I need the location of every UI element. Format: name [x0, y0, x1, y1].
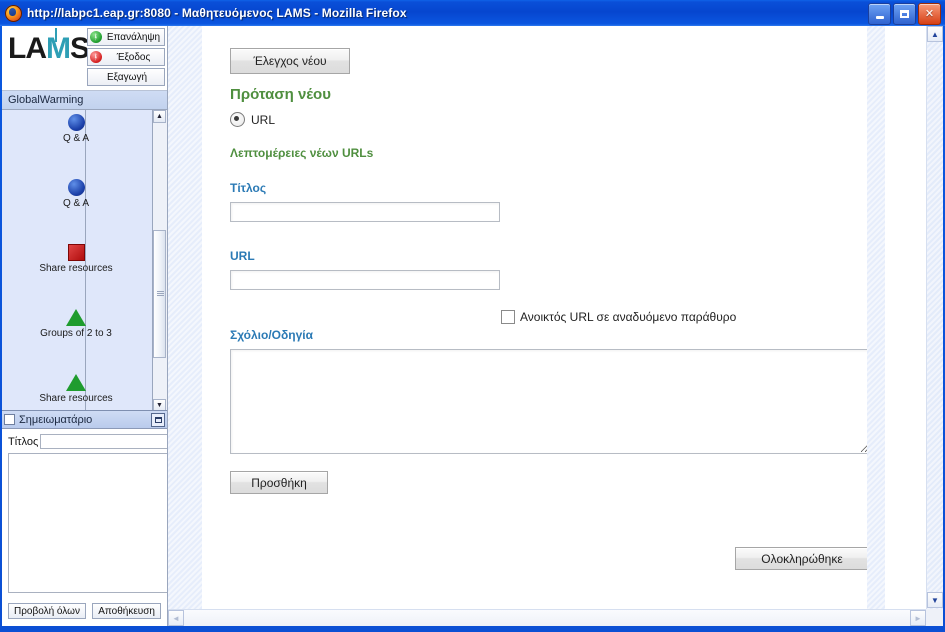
browser-client-area: LAMS Επανάληψη Έξοδος Εξαγωγή GlobalWarm…: [2, 26, 943, 626]
scroll-up-icon[interactable]: ▲: [927, 26, 943, 42]
window-controls: ✕: [868, 3, 941, 25]
activity-label: Groups of 2 to 3: [40, 328, 112, 339]
scrollbar-corner: [926, 609, 943, 626]
notebook-icon: [4, 414, 15, 425]
comment-textarea[interactable]: [230, 349, 867, 454]
radio-selected-icon[interactable]: [230, 112, 245, 127]
lams-logo: LAMS: [8, 28, 90, 65]
window-frame: http://labpc1.eap.gr:8080 - Μαθητευόμενο…: [0, 0, 945, 632]
url-radio-label: URL: [251, 112, 276, 127]
browser-window: http://labpc1.eap.gr:8080 - Μαθητευόμενο…: [0, 0, 945, 632]
activity-item-3[interactable]: Share resources: [2, 244, 150, 274]
url-radio-row[interactable]: URL: [230, 112, 275, 127]
firefox-icon: [5, 4, 22, 22]
sequence-title: GlobalWarming: [8, 94, 84, 106]
title-input[interactable]: [230, 202, 500, 222]
popup-checkbox-label: Ανοικτός URL σε αναδυόμενο παράθυρο: [520, 310, 737, 324]
lams-logo-accent: M: [46, 32, 71, 65]
lams-header: LAMS Επανάληψη Έξοδος Εξαγωγή: [2, 26, 167, 91]
checkbox-icon[interactable]: [501, 310, 515, 324]
activity-item-5[interactable]: Share resources: [2, 374, 150, 404]
activity-label: Share resources: [39, 263, 113, 274]
notebook-title-input[interactable]: [40, 434, 167, 449]
details-heading: Λεπτομέρειες νέων URLs: [230, 146, 374, 160]
refresh-icon: [90, 31, 102, 43]
scroll-up-icon[interactable]: ▲: [153, 110, 166, 123]
add-button[interactable]: Προσθήκη: [230, 471, 328, 494]
circle-icon: [67, 114, 85, 131]
scroll-left-icon[interactable]: ◄: [168, 610, 184, 626]
grip-icon: [157, 291, 164, 297]
activity-item-4[interactable]: Groups of 2 to 3: [2, 309, 150, 339]
notebook-title-row: Τίτλος: [2, 429, 167, 449]
url-input[interactable]: [230, 270, 500, 290]
notebook-body-textarea[interactable]: [8, 453, 167, 593]
replay-button[interactable]: Επανάληψη: [87, 28, 165, 46]
notebook-title: Σημειωματάριο: [19, 413, 93, 426]
notebook-title-label: Τίτλος: [8, 435, 39, 448]
window-title: http://labpc1.eap.gr:8080 - Μαθητευόμενο…: [27, 6, 407, 20]
title-bar: http://labpc1.eap.gr:8080 - Μαθητευόμενο…: [0, 0, 945, 26]
sequence-title-bar: GlobalWarming: [2, 91, 167, 110]
sequence-scroll-thumb[interactable]: [153, 230, 166, 358]
activity-sequence-inner: Q & A Q & A Share resources Groups of 2 …: [2, 110, 150, 412]
url-field-label: URL: [230, 249, 255, 263]
close-button[interactable]: ✕: [918, 3, 941, 25]
notebook-view-all-button[interactable]: Προβολή όλων: [8, 603, 86, 619]
replay-button-label: Επανάληψη: [106, 31, 161, 43]
square-icon: [67, 244, 85, 261]
maximize-icon: [154, 416, 162, 423]
lams-logo-lead: LA: [8, 32, 47, 65]
content-left-gutter: [168, 26, 202, 609]
sequence-scrollbar[interactable]: ▲ ▼: [152, 110, 167, 412]
triangle-icon: [66, 374, 86, 391]
notebook-maximize-button[interactable]: [151, 412, 165, 427]
lams-sidebar: LAMS Επανάληψη Έξοδος Εξαγωγή GlobalWarm…: [2, 26, 168, 626]
maximize-button[interactable]: [893, 3, 916, 25]
activity-label: Q & A: [62, 133, 90, 144]
notebook-buttons: Προβολή όλων Αποθήκευση: [2, 598, 167, 619]
proposal-heading: Πρόταση νέου: [230, 86, 331, 103]
activity-label: Q & A: [62, 198, 90, 209]
main-content: Έλεγχος νέου Πρόταση νέου URL Λεπτομέρει…: [202, 26, 867, 609]
popup-checkbox-row[interactable]: Ανοικτός URL σε αναδυόμενο παράθυρο: [501, 310, 736, 324]
exit-icon: [90, 51, 102, 63]
notebook-save-button[interactable]: Αποθήκευση: [92, 603, 161, 619]
inner-frame-scrollbar[interactable]: [867, 26, 885, 609]
export-button[interactable]: Εξαγωγή: [87, 68, 165, 86]
circle-icon: [67, 179, 85, 196]
lams-logo-tick: [55, 28, 57, 42]
comment-field-label: Σχόλιο/Οδηγία: [230, 328, 314, 342]
scroll-down-icon[interactable]: ▼: [927, 592, 943, 608]
scroll-right-icon[interactable]: ►: [910, 610, 926, 626]
page-horizontal-scrollbar[interactable]: ◄ ►: [168, 609, 926, 626]
triangle-icon: [66, 309, 86, 326]
title-field-label: Τίτλος: [230, 181, 267, 195]
export-button-label: Εξαγωγή: [106, 71, 148, 83]
exit-button[interactable]: Έξοδος: [87, 48, 165, 66]
lams-action-buttons: Επανάληψη Έξοδος Εξαγωγή: [87, 28, 165, 88]
activity-item-1[interactable]: Q & A: [2, 114, 150, 144]
done-button[interactable]: Ολοκληρώθηκε: [735, 547, 867, 570]
activity-sequence: Q & A Q & A Share resources Groups of 2 …: [2, 110, 167, 413]
notebook-title-bar: Σημειωματάριο: [2, 410, 167, 429]
minimize-button[interactable]: [868, 3, 891, 25]
activity-label: Share resources: [39, 393, 113, 404]
check-new-button[interactable]: Έλεγχος νέου: [230, 48, 350, 74]
page-vertical-scrollbar[interactable]: ▲ ▼: [926, 26, 943, 626]
activity-item-2[interactable]: Q & A: [2, 179, 150, 209]
exit-button-label: Έξοδος: [116, 51, 151, 63]
notebook-panel: Σημειωματάριο Τίτλος Προβολή όλων Αποθήκ…: [2, 410, 167, 626]
